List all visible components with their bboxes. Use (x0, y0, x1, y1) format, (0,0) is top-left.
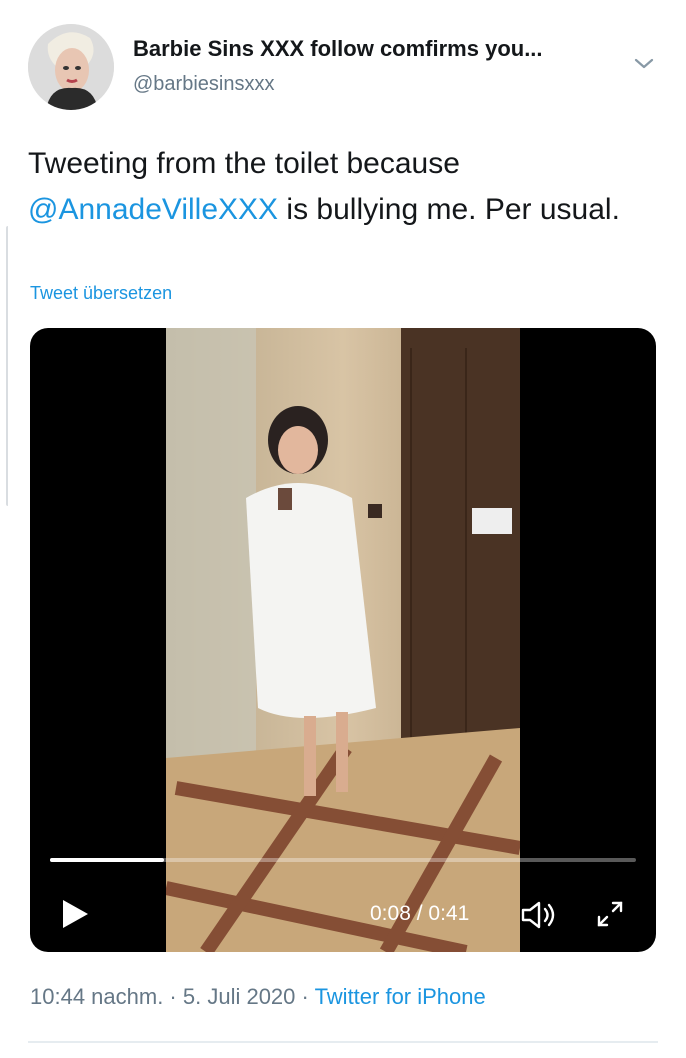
chevron-down-icon[interactable] (632, 56, 656, 72)
tweet-meta: 10:44 nachm. · 5. Juli 2020 · Twitter fo… (30, 984, 486, 1010)
tweet-date[interactable]: 5. Juli 2020 (183, 984, 296, 1009)
volume-icon[interactable] (520, 898, 560, 932)
fullscreen-icon[interactable] (592, 896, 628, 932)
video-progress-fill (50, 858, 165, 862)
meta-dot: · (163, 984, 183, 1009)
mention-link[interactable]: @AnnadeVilleXXX (28, 193, 278, 226)
avatar[interactable] (28, 24, 114, 110)
meta-dot: · (295, 984, 315, 1009)
tweet-text-start: Tweeting from the toilet because (28, 147, 460, 180)
video-time: 0:08 / 0:41 (370, 902, 469, 926)
current-time: 0:08 (370, 902, 411, 925)
user-display-name[interactable]: Barbie Sins XXX follow comfirms you... (133, 36, 543, 62)
tweet-source-link[interactable]: Twitter for iPhone (315, 984, 486, 1009)
divider (28, 1041, 658, 1043)
tweet-text-end: is bullying me. Per usual. (278, 193, 620, 226)
side-scroll-indicator (6, 226, 11, 506)
time-separator: / (410, 902, 429, 925)
video-progress-bar[interactable] (50, 858, 636, 862)
tweet-time[interactable]: 10:44 nachm. (30, 984, 163, 1009)
video-player[interactable]: 0:08 / 0:41 (30, 328, 656, 952)
play-icon[interactable] (60, 898, 90, 930)
tweet-text: Tweeting from the toilet because @Annade… (28, 141, 648, 233)
avatar-image (28, 24, 114, 110)
user-handle[interactable]: @barbiesinsxxx (133, 73, 274, 96)
duration: 0:41 (428, 902, 470, 925)
translate-tweet-link[interactable]: Tweet übersetzen (30, 283, 172, 304)
